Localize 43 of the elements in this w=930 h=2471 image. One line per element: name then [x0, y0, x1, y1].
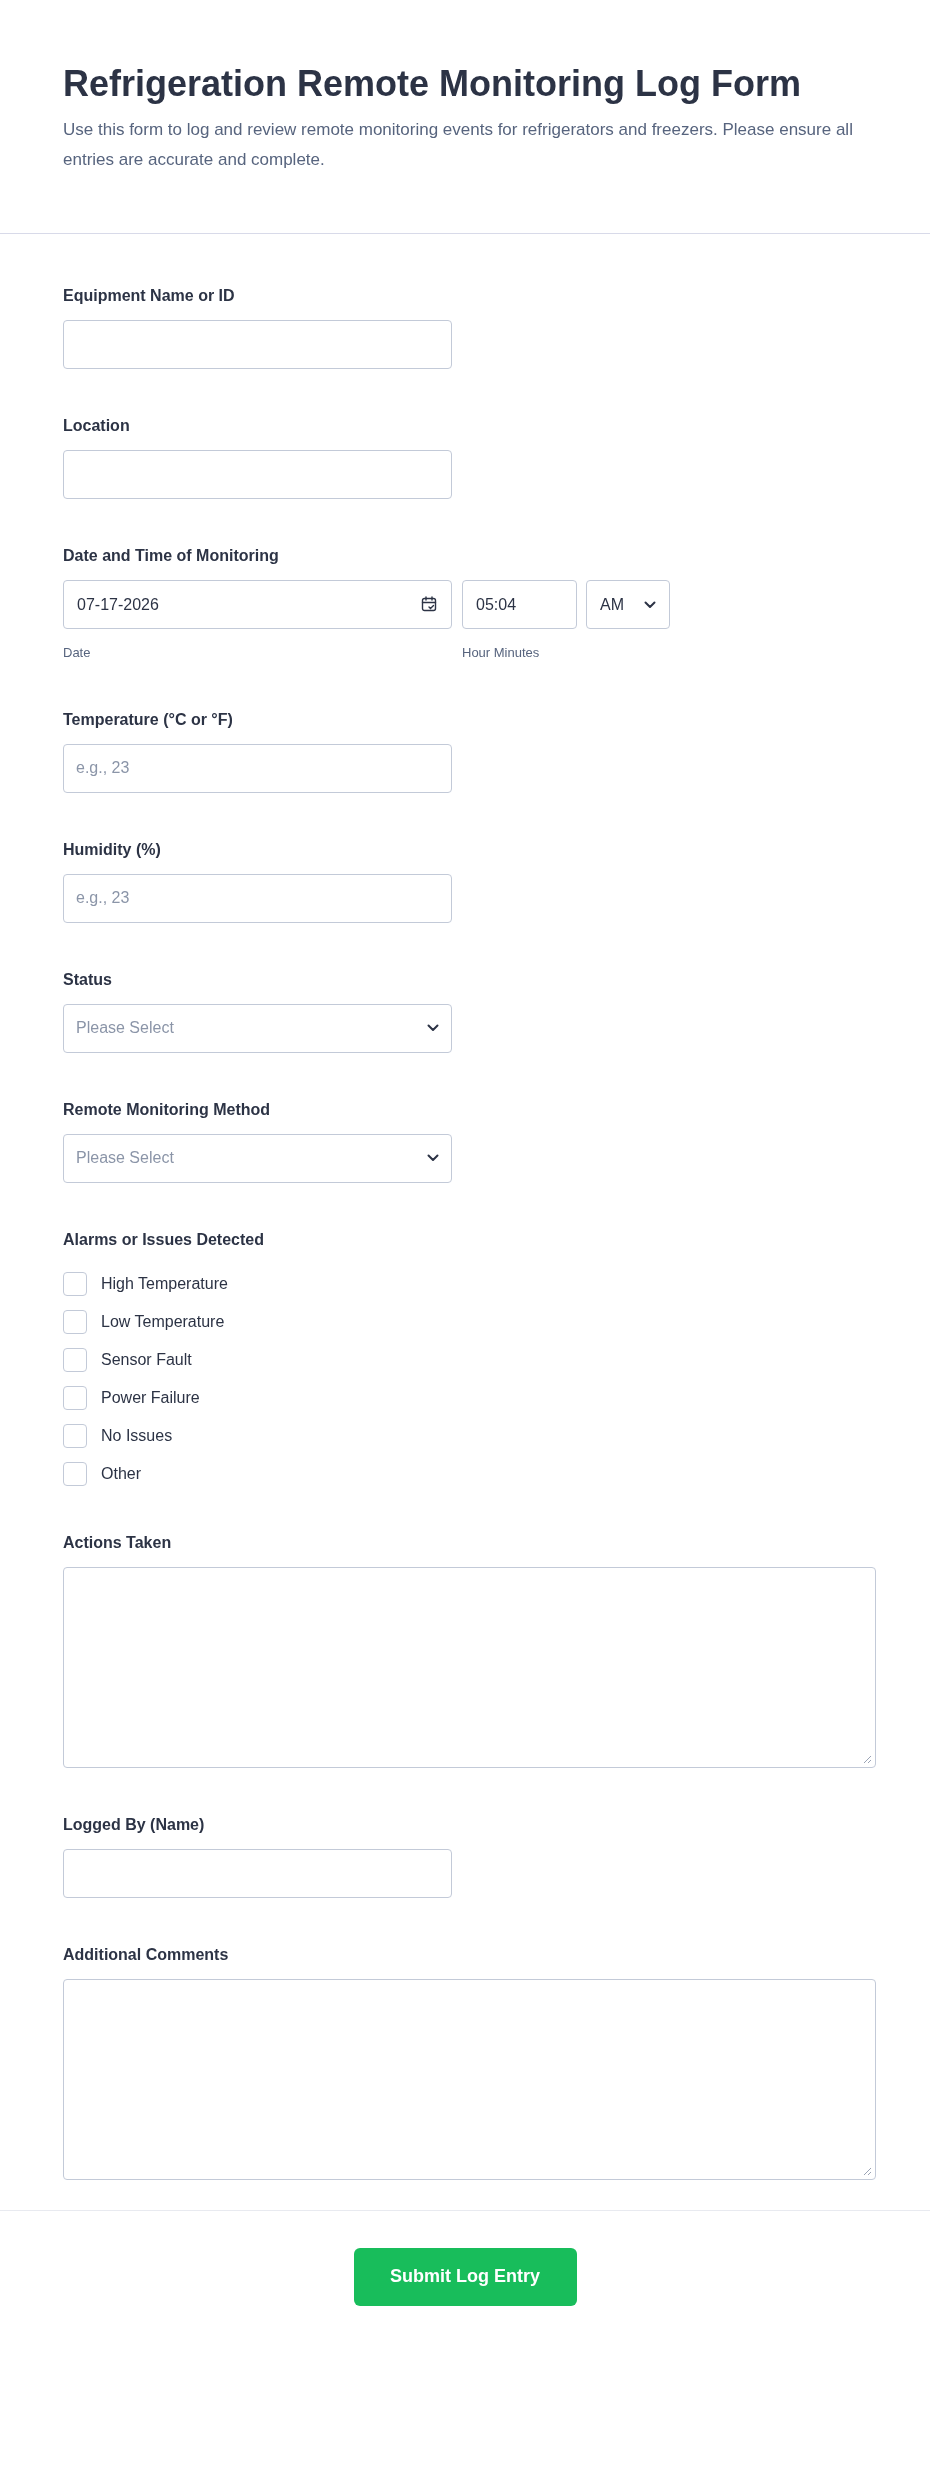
calendar-icon[interactable]	[421, 596, 438, 613]
text-field[interactable]: e.g., 23	[63, 873, 452, 923]
checkbox[interactable]	[63, 1423, 87, 1448]
text-field[interactable]	[63, 450, 452, 499]
field-label: Logged By (Name)	[63, 1814, 206, 1835]
checkbox-label: Other	[101, 1463, 141, 1484]
text-area[interactable]	[63, 1978, 876, 2180]
form-description: Use this form to log and review remote monitoring events for refrigerators and freezers. Please ensure all entries are accurate and complete.	[63, 119, 853, 171]
chevron-down-icon	[644, 600, 656, 609]
text-field[interactable]	[63, 320, 452, 369]
ampm-select[interactable]: AM	[586, 580, 670, 629]
checkbox-label: Low Temperature	[101, 1311, 225, 1332]
field-label: Date and Time of Monitoring	[63, 546, 280, 566]
checkbox-label: High Temperature	[101, 1273, 228, 1294]
text-field[interactable]: e.g., 23	[63, 743, 452, 793]
checkbox[interactable]	[63, 1461, 87, 1486]
field-label: Additional Comments	[63, 1944, 230, 1965]
checkbox[interactable]	[63, 1385, 87, 1410]
field-label: Humidity (%)	[63, 839, 162, 860]
field-label: Actions Taken	[63, 1532, 173, 1553]
checkbox-label: Sensor Fault	[101, 1349, 192, 1370]
chevron-down-icon	[427, 1154, 439, 1162]
checkbox-label: Power Failure	[101, 1387, 200, 1408]
field-label: Equipment Name or ID	[63, 286, 236, 306]
time-field[interactable]: 05:04	[462, 580, 577, 629]
field-label: Status	[63, 969, 113, 990]
text-area[interactable]	[63, 1566, 876, 1768]
chevron-down-icon	[427, 1024, 439, 1032]
field-label: Remote Monitoring Method	[63, 1099, 272, 1120]
field-caption: Hour Minutes	[462, 644, 541, 662]
checkbox[interactable]	[63, 1271, 87, 1296]
date-field[interactable]: 07-17-2026	[63, 580, 452, 629]
resize-handle-icon[interactable]	[863, 2166, 872, 2176]
field-label: Location	[63, 416, 131, 436]
resize-handle-icon[interactable]	[863, 1754, 872, 1764]
checkbox[interactable]	[63, 1309, 87, 1334]
field-caption: Date	[63, 644, 92, 662]
field-label: Temperature (°C or °F)	[63, 709, 234, 730]
checkbox[interactable]	[63, 1347, 87, 1372]
form-title: Refrigeration Remote Monitoring Log Form	[63, 62, 802, 106]
field-label: Alarms or Issues Detected	[63, 1229, 265, 1250]
text-field[interactable]	[63, 1848, 452, 1898]
checkbox-label: No Issues	[101, 1425, 173, 1446]
